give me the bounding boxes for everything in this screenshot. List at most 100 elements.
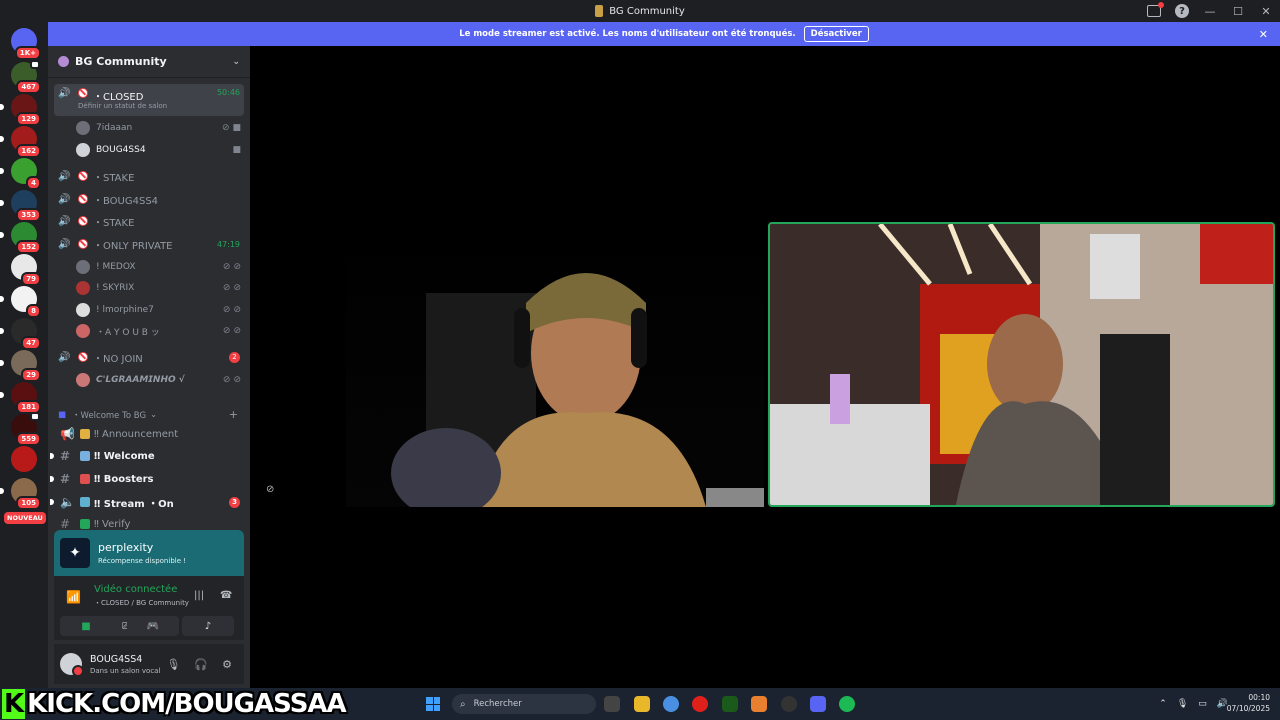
microphone-icon[interactable]: 🎙	[1177, 699, 1188, 709]
taskbar-clock[interactable]: 00:10 07/10/2025	[1227, 692, 1270, 714]
category-welcome[interactable]: ■ ・Welcome To BG ⌄ +	[58, 408, 238, 421]
voice-channel[interactable]: 🔊 ・BOUG4SS4	[54, 189, 244, 209]
voice-user[interactable]: BOUG4SS4 ■	[76, 140, 244, 160]
chevron-up-icon[interactable]: ⌃	[1159, 699, 1167, 709]
kick-url: KICK.COM/BOUGASSAA	[27, 689, 347, 719]
help-icon: ?	[1175, 4, 1189, 18]
video-stage: ⊘	[250, 46, 1280, 688]
connection-status[interactable]: Vidéo connectée	[94, 584, 177, 595]
voice-channel-only-private[interactable]: 🔊 ・ONLY PRIVATE 47:19	[54, 234, 244, 254]
inbox-button[interactable]	[1140, 0, 1168, 22]
set-channel-status[interactable]: Définir un statut de salon	[78, 102, 167, 110]
server-logo-icon	[595, 5, 604, 17]
help-button[interactable]: ?	[1168, 0, 1196, 22]
server-icon[interactable]: 162	[0, 126, 41, 158]
channel-boosters[interactable]: # ‼ Boosters	[50, 469, 244, 489]
channel-list: 🔊 ・CLOSED 50:46 Définir un statut de sal…	[48, 78, 250, 538]
speaker-icon: 🔊	[58, 351, 71, 363]
no-entry-icon	[78, 194, 88, 204]
obs-icon[interactable]	[781, 696, 797, 712]
server-header[interactable]: BG Community ⌄	[48, 46, 250, 78]
search-icon: ⌕	[460, 698, 466, 710]
channel-name: ・ONLY PRIVATE	[93, 240, 173, 252]
voice-channel-closed[interactable]: 🔊 ・CLOSED 50:46 Définir un statut de sal…	[54, 84, 244, 116]
voice-channel[interactable]: 🔊 ・STAKE	[54, 211, 244, 231]
server-icon[interactable]: 467	[11, 60, 41, 94]
close-icon[interactable]: ✕	[1259, 28, 1268, 41]
video-tile-speaking[interactable]	[768, 222, 1275, 507]
spotify-icon[interactable]	[839, 696, 855, 712]
disconnect-icon[interactable]: ☎	[220, 590, 232, 601]
server-icon[interactable]	[11, 446, 37, 472]
server-icon[interactable]: 79	[11, 254, 41, 286]
close-window-button[interactable]: ✕	[1252, 0, 1280, 22]
direct-messages-button[interactable]: 1K+	[11, 28, 41, 60]
voice-user[interactable]: ! lmorphine7 ⊘⊘	[76, 300, 244, 320]
window-title: BG Community	[609, 5, 685, 17]
task-view-icon[interactable]	[604, 696, 620, 712]
voice-channel[interactable]: 🔊 ・STAKE	[54, 166, 244, 186]
emoji-icon	[80, 429, 90, 439]
channel-welcome[interactable]: # ‼ Welcome	[50, 446, 244, 466]
opera-icon[interactable]	[692, 696, 708, 712]
noise-suppression-icon[interactable]: |||	[194, 590, 204, 601]
discord-icon[interactable]	[810, 696, 826, 712]
avatar	[76, 260, 90, 274]
server-icon[interactable]: 129	[0, 94, 41, 126]
speaker-icon	[30, 60, 40, 69]
user-name[interactable]: BOUG4SS4	[90, 654, 160, 665]
server-icon[interactable]: 4	[0, 158, 41, 190]
signal-icon: 📶	[66, 590, 81, 604]
notification-badge: 79	[21, 272, 41, 286]
search-placeholder: Rechercher	[473, 699, 522, 709]
maximize-button[interactable]: ☐	[1224, 0, 1252, 22]
emoji-icon	[80, 519, 90, 529]
server-icon[interactable]: 181	[0, 382, 41, 414]
terminal-icon[interactable]	[722, 696, 738, 712]
server-icon[interactable]: 47	[0, 318, 41, 350]
windows-start-icon[interactable]	[426, 697, 440, 711]
channel-announcement[interactable]: 📢 ‼ Announcement	[54, 424, 244, 444]
avatar[interactable]	[60, 653, 84, 677]
voice-user[interactable]: 7idaaan ⊘■	[76, 118, 244, 138]
notification-badge: 1K+	[14, 46, 41, 60]
hash-icon: #	[60, 472, 71, 486]
deafened-icon: ⊘⊘	[222, 375, 244, 385]
voice-user[interactable]: ・A Y O U B ッ ⊘⊘	[76, 321, 244, 341]
headphones-icon[interactable]: 🎧	[194, 658, 208, 671]
network-icon[interactable]: ▭	[1198, 699, 1207, 709]
server-icon[interactable]: 152	[0, 222, 41, 254]
user-status: Dans un salon vocal	[90, 666, 161, 675]
server-icon[interactable]: 105	[0, 478, 41, 510]
soundboard-button[interactable]: ♪	[182, 616, 234, 636]
add-channel-icon[interactable]: +	[229, 408, 238, 421]
channel-stream-on[interactable]: 🔈 ‼ Stream ・On 3	[50, 492, 244, 512]
notification-badge: 8	[26, 304, 41, 318]
voice-user[interactable]: ! MEDOX ⊘⊘	[76, 257, 244, 277]
deafened-icon: ⊘⊘	[222, 283, 244, 293]
server-icon[interactable]: 29	[0, 350, 41, 382]
file-explorer-icon[interactable]	[634, 696, 650, 712]
taskbar-search[interactable]: ⌕ Rechercher	[452, 694, 596, 714]
video-tile-user[interactable]	[346, 223, 764, 507]
disable-streamer-button[interactable]: Désactiver	[803, 26, 869, 42]
no-entry-icon	[78, 239, 88, 249]
server-icon[interactable]: 8	[0, 286, 41, 318]
minimize-button[interactable]: —	[1196, 0, 1224, 22]
microphone-icon[interactable]: 🎙	[166, 658, 180, 671]
title-bar: BG Community ? — ☐ ✕	[0, 0, 1280, 22]
voice-user[interactable]: ! SKYRIX ⊘⊘	[76, 278, 244, 298]
voice-channel-no-join[interactable]: 🔊 ・NO JOIN 2	[54, 347, 244, 367]
user-name: ! MEDOX	[96, 262, 136, 272]
server-icon[interactable]: 353	[0, 190, 41, 222]
connection-channel[interactable]: ・CLOSED / BG Community	[94, 598, 189, 608]
chevron-down-icon: ⌄	[232, 56, 240, 67]
voice-user[interactable]: 𝘾'𝙇𝙂𝙍𝘼𝘼𝙈𝙄𝙉𝙃𝙊 √ ⊘⊘	[76, 370, 244, 390]
notification-badge: 559	[16, 432, 41, 446]
chrome-icon[interactable]	[663, 696, 679, 712]
server-icon[interactable]: 559	[11, 412, 41, 446]
activity-button[interactable]: 🎮	[127, 616, 179, 636]
gear-icon[interactable]: ⚙	[222, 658, 232, 671]
perplexity-promo[interactable]: ✦ perplexity Récompense disponible !	[54, 530, 244, 576]
app-icon[interactable]	[751, 696, 767, 712]
